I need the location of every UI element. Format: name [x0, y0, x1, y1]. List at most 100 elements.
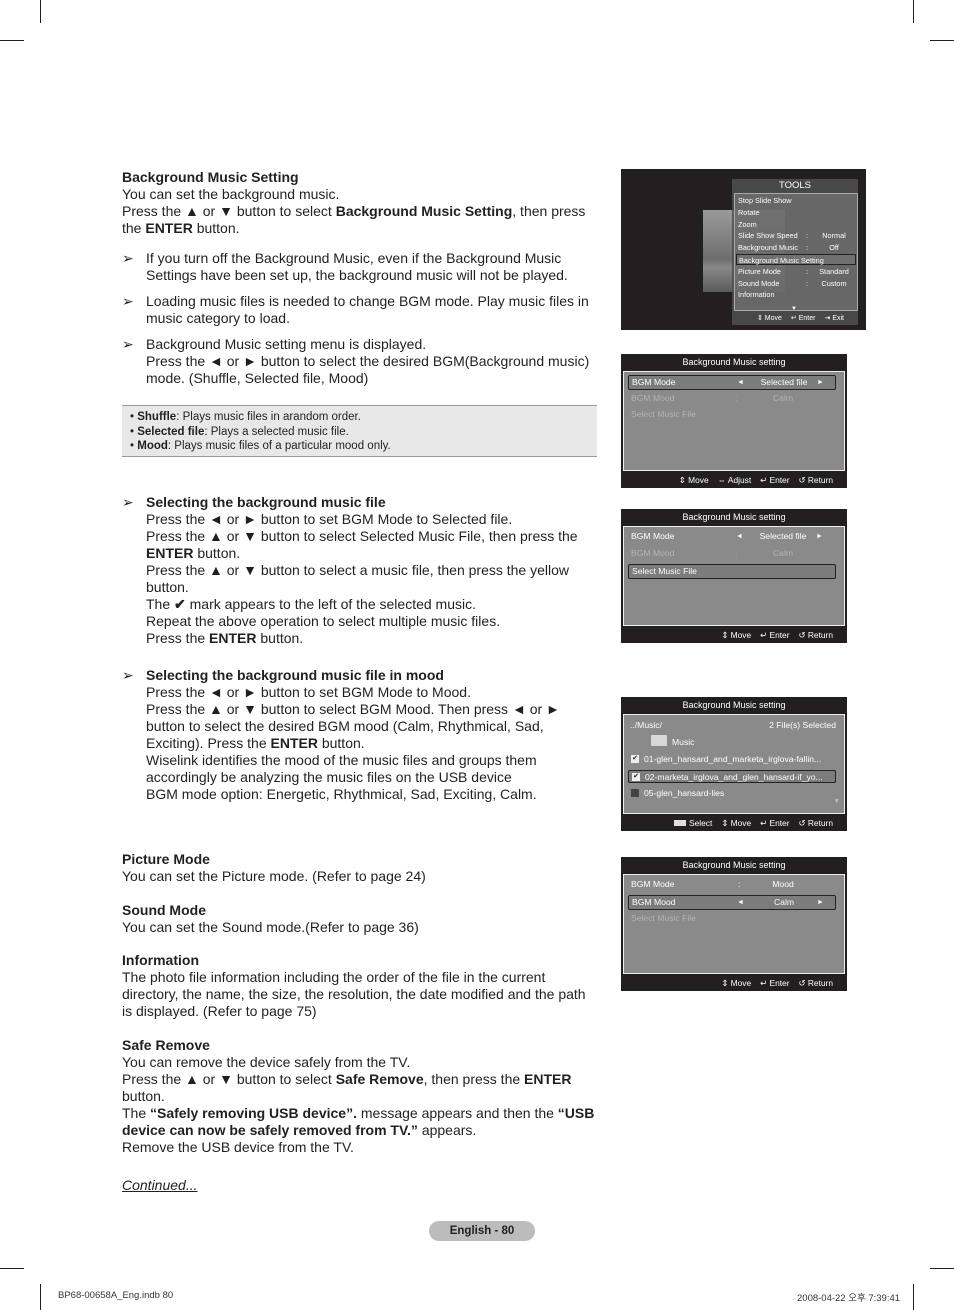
crop-mark — [0, 1268, 24, 1269]
music-file-item[interactable]: ✔ 01-glen_hansard_and_marketa_irglova-fal… — [628, 753, 836, 766]
item-label: Background Music — [738, 243, 799, 253]
page-number-badge: English - 80 — [429, 1221, 535, 1241]
text: button. — [122, 1088, 165, 1104]
bgm-mode-row[interactable]: BGM Mode ◄ Selected file ► — [628, 530, 836, 543]
row-value: Mood — [772, 879, 794, 889]
right-arrow-icon[interactable]: ► — [816, 530, 823, 543]
tools-title: TOOLS — [778, 180, 812, 191]
text: Press the ◄ or ► button to set BGM Mode … — [146, 684, 471, 700]
enter-hint: ↵ Enter — [760, 818, 790, 828]
option-desc: : Plays music files of a particular mood… — [167, 440, 391, 452]
left-arrow-icon[interactable]: ◄ — [737, 896, 744, 909]
tools-menu-item[interactable]: Slide Show Speed: Normal — [736, 230, 856, 241]
left-arrow-icon[interactable]: ◄ — [736, 530, 743, 543]
arrow-bullet-icon: ➢ — [122, 494, 134, 510]
bgm-mode-row[interactable]: BGM Mode ◄ Selected file ► — [628, 375, 836, 390]
colon: : — [735, 548, 738, 558]
crop-mark — [913, 1284, 914, 1310]
sound-mode-section: Sound Mode You can set the Sound mode.(R… — [122, 902, 598, 936]
picture-mode-section: Picture Mode You can set the Picture mod… — [122, 851, 598, 885]
folder-name[interactable]: Music — [672, 737, 694, 747]
checkbox-checked-icon[interactable]: ✔ — [631, 755, 639, 763]
tools-screen: TOOLS Stop Slide Show Rotate Zoom Slide Sho… — [621, 169, 866, 330]
note: ➢ If you turn off the Background Music, e… — [122, 250, 598, 284]
colon: : — [806, 243, 809, 253]
bgm-screen-file-list: Background Music setting ../Music/ 2 Fil… — [621, 697, 847, 831]
subsection-title: Selecting the background music file in m… — [146, 667, 444, 683]
checkbox-unchecked-icon[interactable] — [631, 789, 639, 797]
item-label: Rotate — [738, 207, 760, 217]
note-text: Press the ◄ or ► button to select the de… — [146, 353, 590, 386]
tools-menu-item[interactable]: Background Music: Off — [736, 242, 856, 253]
right-arrow-icon[interactable]: ► — [817, 376, 824, 389]
bgm-mood-row[interactable]: BGM Mood ◄ Calm ► — [628, 895, 836, 910]
return-hint: ↺ Return — [798, 475, 833, 485]
tools-menu-item[interactable]: Sound Mode: Custom — [736, 278, 856, 289]
text: The — [122, 1105, 151, 1121]
file-name: BP68-00658A_Eng.indb 80 — [58, 1290, 174, 1301]
text: The — [146, 596, 175, 612]
left-arrow-icon[interactable]: ◄ — [737, 376, 744, 389]
row-label: BGM Mode — [631, 879, 675, 889]
paragraph: You can set the Sound mode.(Refer to pag… — [122, 919, 419, 935]
tools-menu-item[interactable]: Background Music Setting — [736, 254, 856, 265]
scroll-down-icon[interactable]: ▼ — [791, 306, 797, 312]
bgm-mode-row[interactable]: BGM Mode: Mood — [628, 878, 836, 891]
select-music-file-row: Select Music File — [628, 408, 836, 421]
section-title: Background Music Setting — [122, 169, 299, 185]
exit-label: Exit — [832, 315, 844, 322]
scroll-down-icon[interactable]: ▼ — [833, 798, 840, 805]
item-value: Normal — [822, 231, 846, 241]
enter-hint: ↵ Enter — [760, 475, 790, 485]
file-name: 02-marketa_irglova_and_glen_hansard-if_y… — [645, 772, 823, 782]
option-term: Shuffle — [137, 411, 177, 423]
screen-title: Background Music setting — [682, 700, 786, 710]
text: Press the ◄ or ► button to set BGM Mode … — [146, 511, 513, 527]
screen-footer: ⇕ Move ↵ Enter ↺ Return — [712, 978, 833, 988]
option-item: • Shuffle: Plays music files in arandom … — [130, 411, 361, 423]
item-value: Off — [829, 243, 839, 253]
tools-menu-item[interactable]: Zoom — [736, 219, 856, 230]
exit-hint: ⇥ Exit — [824, 315, 844, 322]
paragraph: The photo file information including the… — [122, 969, 586, 1019]
text: button. — [192, 220, 240, 236]
tools-menu-item[interactable]: Picture Mode: Standard — [736, 266, 856, 277]
crop-mark — [40, 0, 41, 23]
return-hint: ↺ Return — [798, 818, 833, 828]
return-hint: ↺ Return — [798, 630, 833, 640]
item-label: Sound Mode — [738, 278, 780, 288]
text: Repeat the above operation to select mul… — [146, 613, 501, 629]
text: Press the ▲ or ▼ button to select — [122, 203, 336, 219]
select-music-file-row[interactable]: Select Music File — [628, 564, 836, 579]
tools-menu-item[interactable]: Information — [736, 289, 856, 300]
row-value: Calm — [772, 393, 794, 403]
screen-title: Background Music setting — [682, 512, 786, 522]
crop-mark — [913, 0, 914, 23]
return-hint: ↺ Return — [798, 978, 833, 988]
subsection-title: Selecting the background music file — [146, 494, 386, 510]
music-file-item[interactable]: ✔ 02-marketa_irglova_and_glen_hansard-if_… — [628, 770, 836, 783]
tools-menu-item[interactable]: Stop Slide Show — [736, 195, 856, 206]
safe-remove-section: Safe Remove You can remove the device sa… — [122, 1037, 598, 1156]
row-label: BGM Mode — [631, 531, 675, 541]
colon: : — [735, 393, 738, 403]
screen-footer: ⇕ Move ⇔ Adjust ↵ Enter ↺ Return — [670, 475, 833, 485]
selected-count: 2 File(s) Selected — [769, 720, 836, 730]
music-file-item[interactable]: 05-glen_hansard-lies — [628, 787, 836, 800]
text: , then press the — [423, 1071, 525, 1087]
note-text: Background Music setting menu is display… — [146, 336, 427, 352]
arrow-bullet-icon: ➢ — [122, 336, 134, 352]
check-icon: ✔ — [174, 596, 186, 612]
print-timestamp: 2008-04-22 오후 7:39:41 — [797, 1293, 901, 1304]
checkbox-checked-icon[interactable]: ✔ — [632, 773, 640, 781]
tools-menu-item[interactable]: Rotate — [736, 207, 856, 218]
move-hint: ⇕ Move — [756, 315, 782, 322]
text: Press the — [146, 630, 210, 646]
text: button. — [317, 735, 365, 751]
text: Press the ▲ or ▼ button to select a musi… — [146, 562, 570, 595]
bgm-mood-row: BGM Mood: Calm — [628, 392, 836, 405]
right-arrow-icon[interactable]: ► — [817, 896, 824, 909]
option-desc: : Plays music files in arandom order. — [176, 411, 361, 423]
text: ENTER — [209, 630, 257, 646]
item-label: Picture Mode — [738, 266, 781, 276]
